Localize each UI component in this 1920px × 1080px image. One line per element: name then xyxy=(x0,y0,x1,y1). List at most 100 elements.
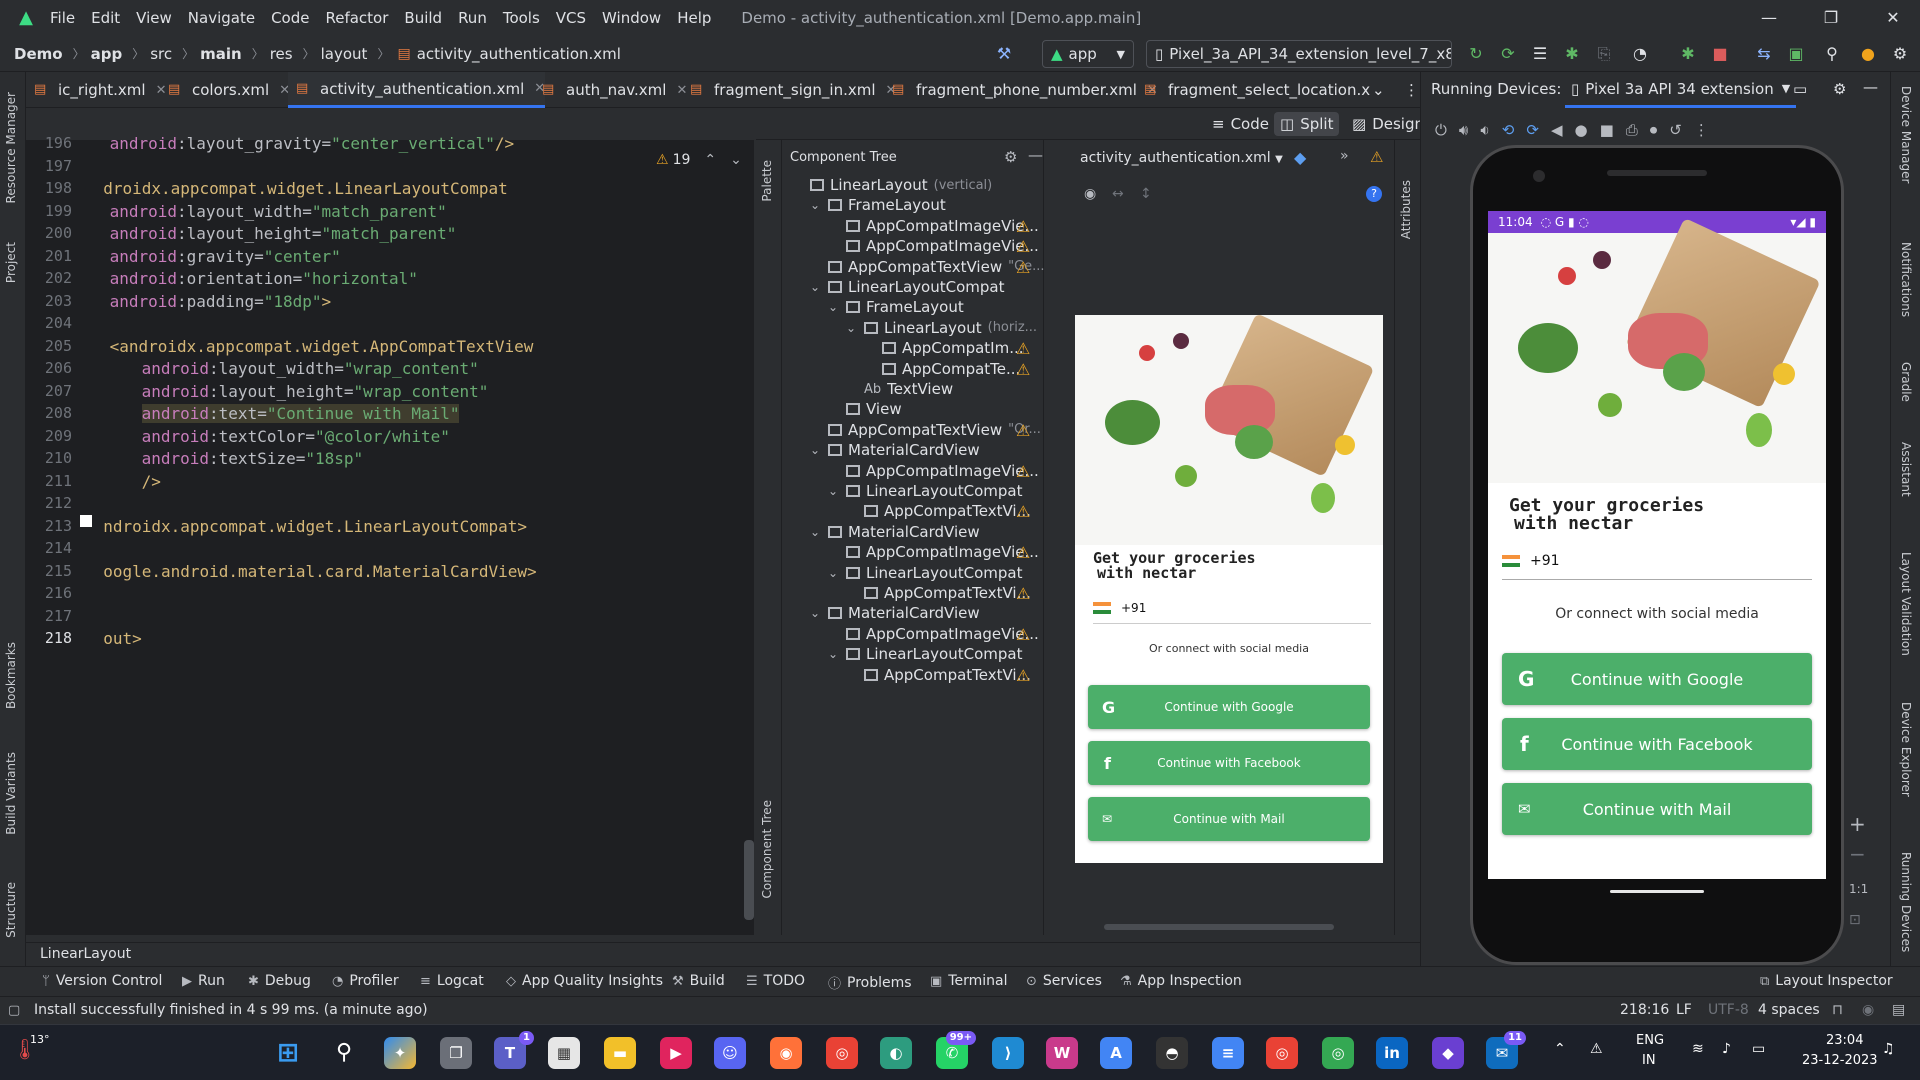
google-button[interactable]: G Continue with Google xyxy=(1502,653,1812,705)
warning-icon[interactable]: ⚠ xyxy=(1016,545,1034,561)
android-studio-icon[interactable]: A xyxy=(1100,1037,1132,1069)
eye-icon[interactable]: ◉ xyxy=(1084,186,1096,202)
indent-setting[interactable]: 4 spaces xyxy=(1758,1002,1820,1018)
menu-refactor[interactable]: Refactor xyxy=(325,9,388,27)
menu-window[interactable]: Window xyxy=(602,9,661,27)
gradle-tab[interactable]: Gradle xyxy=(1899,362,1913,402)
tree-node[interactable]: AppCompatImageVie... xyxy=(828,237,1039,255)
more-actions-icon[interactable]: » xyxy=(1340,148,1349,164)
running-devices-tab[interactable]: Running Devices xyxy=(1899,852,1913,952)
white-color-swatch[interactable] xyxy=(80,515,92,527)
tree-node[interactable]: View xyxy=(828,400,902,418)
tree-node[interactable]: AppCompatImageVie... xyxy=(828,462,1039,480)
tab-colors[interactable]: ▤ colors.xml ✕ xyxy=(160,72,290,108)
design-file-select[interactable]: activity_authentication.xml ▼ xyxy=(1080,150,1283,166)
reset-icon[interactable]: ↺ xyxy=(1669,121,1682,139)
code-line[interactable]: /> xyxy=(142,472,161,491)
clock-time[interactable]: 23:04 xyxy=(1826,1033,1863,1048)
windows-start-icon[interactable]: ⊞ xyxy=(272,1037,304,1069)
copilot-icon[interactable]: ✦ xyxy=(384,1037,416,1069)
chevron-down-icon[interactable]: ⌄ xyxy=(810,606,824,620)
editor-scrollbar[interactable] xyxy=(744,840,754,920)
code-line[interactable]: android:layout_height="wrap_content" xyxy=(142,382,489,401)
volume-icon[interactable]: ♪ xyxy=(1722,1041,1731,1057)
todo-tab[interactable]: ☰ TODO xyxy=(746,973,805,989)
resource-manager-tab[interactable]: Resource Manager xyxy=(4,92,18,203)
mail-icon[interactable]: ✉ 11 xyxy=(1486,1031,1526,1069)
tree-node[interactable]: AppCompatImageVie... xyxy=(828,217,1039,235)
status-square-icon[interactable]: ▢ xyxy=(8,1003,20,1018)
chevron-down-icon[interactable]: ⌄ xyxy=(846,321,860,335)
code-line[interactable]: android:layout_width="match_parent" xyxy=(110,202,447,221)
menu-edit[interactable]: Edit xyxy=(91,9,120,27)
coverage-icon[interactable]: ☰ xyxy=(1528,42,1552,66)
bookmarks-tab[interactable]: Bookmarks xyxy=(4,642,18,709)
camera-icon[interactable]: ⎙ xyxy=(1626,121,1638,139)
code-line[interactable]: android:layout_width="wrap_content" xyxy=(142,359,479,378)
structure-tab[interactable]: Structure xyxy=(4,882,18,938)
code-line[interactable]: droidx.appcompat.widget.LinearLayoutComp… xyxy=(103,179,508,198)
tree-node[interactable]: LinearLayout (vertical) xyxy=(792,176,992,194)
menu-file[interactable]: File xyxy=(50,9,75,27)
gear-icon[interactable]: ⚙ xyxy=(1833,80,1846,98)
tree-node[interactable]: ⌄ MaterialCardView xyxy=(810,523,980,541)
tree-node[interactable]: ⌄ LinearLayoutCompat xyxy=(828,564,1022,582)
task-view-icon[interactable]: ❐ xyxy=(440,1037,472,1069)
warning-icon[interactable]: ⚠ xyxy=(1016,239,1034,255)
mail-button[interactable]: ✉ Continue with Mail xyxy=(1502,783,1812,835)
canvas-scrollbar[interactable] xyxy=(1104,924,1334,930)
tree-node[interactable]: ⌄ MaterialCardView xyxy=(810,441,980,459)
tree-node[interactable]: ⌄ FrameLayout xyxy=(810,196,946,214)
warning-icon[interactable]: ⚠ xyxy=(1370,148,1383,166)
chevron-down-icon[interactable]: ⌄ xyxy=(828,647,842,661)
device-select[interactable]: ▯ Pixel_3a_API_34_extension_level_7_x86 xyxy=(1146,40,1452,68)
split-mode-button[interactable]: ◫ Split xyxy=(1274,112,1340,136)
logcat-tab[interactable]: ≡ Logcat xyxy=(420,973,484,989)
device-explorer-tab[interactable]: Device Explorer xyxy=(1899,702,1913,797)
phone-input[interactable]: +91 xyxy=(1093,601,1371,624)
rerun-icon[interactable]: ↻ xyxy=(1464,42,1488,66)
component-tree-tab[interactable]: Component Tree xyxy=(760,800,774,898)
assistant-tab[interactable]: Assistant xyxy=(1899,442,1913,497)
code-mode-button[interactable]: ≡ Code xyxy=(1206,112,1275,136)
code-editor[interactable]: 196 197 198 199 200 201 202 203 204 205 206 207 208 2… xyxy=(26,134,780,935)
tree-node[interactable]: AppCompatTe... xyxy=(864,360,1020,378)
debug-icon[interactable]: ✱ xyxy=(1560,42,1584,66)
settings-icon[interactable]: ⚙ xyxy=(1888,42,1912,66)
terminal-tab[interactable]: ▣ Terminal xyxy=(930,973,1007,989)
menu-build[interactable]: Build xyxy=(404,9,442,27)
gesture-bar[interactable] xyxy=(1610,890,1704,893)
tree-node[interactable]: ⌄ LinearLayoutCompat xyxy=(828,645,1022,663)
tree-node[interactable]: AppCompatTextView "Ge... xyxy=(810,258,1045,276)
tab-fragment-select-location[interactable]: ▤ fragment_select_location.x xyxy=(1136,72,1376,108)
chevron-down-icon[interactable]: ⌄ xyxy=(828,566,842,580)
rotate-right-icon[interactable]: ⟳ xyxy=(1526,121,1539,139)
file-explorer-icon[interactable]: ▬ xyxy=(604,1037,636,1069)
tab-activity-authentication[interactable]: ▤ activity_authentication.xml ✕ xyxy=(288,72,546,108)
chevron-up-icon[interactable]: ⌃ xyxy=(704,152,716,168)
layout-inspector-tab[interactable]: ⧉ Layout Inspector xyxy=(1760,973,1893,989)
code-line[interactable]: android:padding="18dp"> xyxy=(110,292,332,311)
teams-icon[interactable]: T1 xyxy=(494,1031,534,1069)
vertical-arrows-icon[interactable]: ↕ xyxy=(1140,186,1152,202)
volume-up-icon[interactable]: 🔊︎ xyxy=(1459,121,1468,139)
language-region[interactable]: IN xyxy=(1642,1053,1656,1068)
chevron-down-icon[interactable]: ⌄ xyxy=(810,525,824,539)
chevron-up-icon[interactable]: ⌃ xyxy=(1554,1041,1566,1057)
code-line[interactable]: oogle.android.material.card.MaterialCard… xyxy=(103,562,536,581)
firefox-icon[interactable]: ◉ xyxy=(770,1037,802,1069)
chevron-down-icon[interactable]: ⌄ xyxy=(828,300,842,314)
design-mode-button[interactable]: ▨ Design xyxy=(1346,112,1430,136)
code-line[interactable]: <androidx.appcompat.widget.AppCompatText… xyxy=(110,337,534,356)
breadcrumb-module[interactable]: app xyxy=(91,45,123,63)
warning-icon[interactable]: ⚠ xyxy=(1016,504,1034,520)
chrome-profile-icon[interactable]: ◎ xyxy=(1266,1037,1298,1069)
tree-node[interactable]: Ab TextView xyxy=(846,380,953,398)
run-config-select[interactable]: ▲ app ▼ xyxy=(1042,40,1134,68)
warning-icon[interactable]: ⚠ xyxy=(1016,626,1034,643)
more-vertical-icon[interactable]: ⋮ xyxy=(1694,121,1709,139)
notification-bell-icon[interactable]: ♫ xyxy=(1882,1041,1895,1057)
inspector-icon[interactable]: ◉ xyxy=(1862,1002,1874,1018)
minimize-panel-icon[interactable]: — xyxy=(1863,78,1878,96)
tree-node[interactable]: ⌄ LinearLayoutCompat xyxy=(810,278,1004,296)
